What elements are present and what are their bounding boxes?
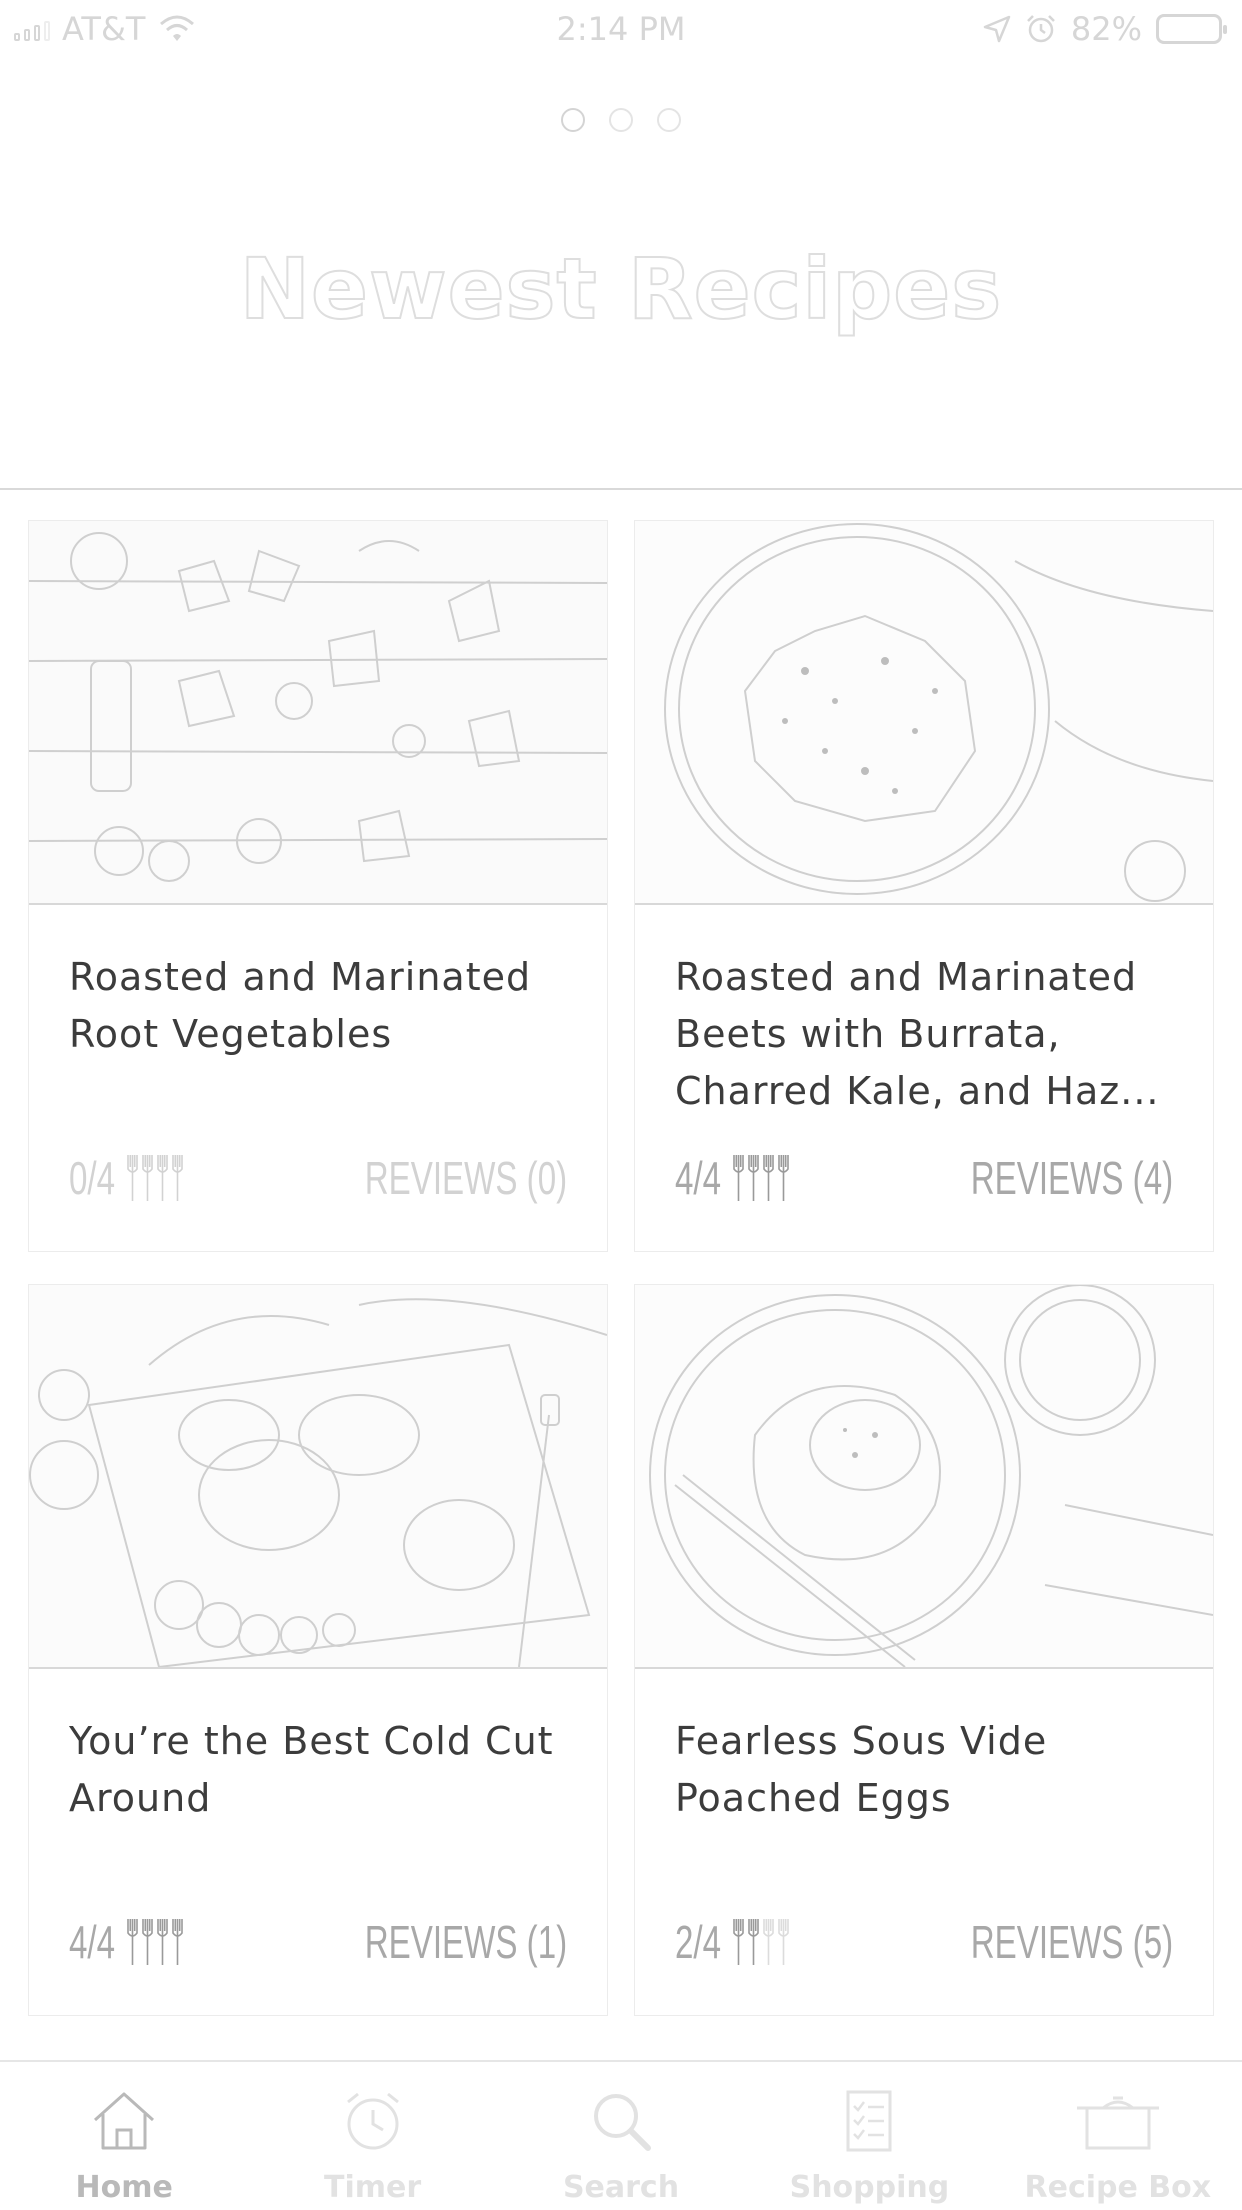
header-divider: [0, 488, 1242, 490]
timer-icon: [346, 2092, 399, 2150]
tab-label: Timer: [324, 2170, 422, 2205]
fork-icon: [778, 1155, 789, 1201]
tab-bar: Home Timer Search Shopping Recipe Box: [0, 2060, 1242, 2210]
fork-icon: [733, 1919, 744, 1965]
recipe-footer: 0/4 REVIEWS (0): [69, 1143, 567, 1213]
reviews-link[interactable]: REVIEWS (5): [971, 1915, 1173, 1969]
rating-text: 4/4: [675, 1152, 722, 1204]
battery-icon: [1156, 14, 1227, 44]
recipe-image[interactable]: [29, 1285, 607, 1669]
alarm-icon: [1026, 15, 1055, 43]
recipe-image[interactable]: [635, 1285, 1213, 1669]
root-vegetables-photo: [29, 521, 607, 903]
tab-label: Home: [75, 2170, 173, 2205]
fork-icon: [142, 1919, 153, 1965]
recipe-card[interactable]: Fearless Sous Vide Poached Eggs 2/4 REVI…: [634, 1284, 1214, 2016]
fork-icon: [127, 1919, 138, 1965]
fork-rating-icons: [127, 1155, 183, 1201]
fork-icon: [748, 1919, 759, 1965]
reviews-link[interactable]: REVIEWS (1): [365, 1915, 567, 1969]
tab-label: Recipe Box: [1024, 2170, 1212, 2205]
fork-icon: [172, 1919, 183, 1965]
page-dot[interactable]: [561, 108, 585, 132]
recipe-title[interactable]: Roasted and Marinated Root Vegetables: [69, 949, 579, 1063]
rating: 4/4: [675, 1151, 789, 1205]
fork-rating-icons: [127, 1919, 183, 1965]
status-right: 82%: [983, 10, 1227, 48]
tab-timer[interactable]: Timer: [248, 2062, 496, 2210]
fork-icon: [157, 1155, 168, 1201]
fork-rating-icons: [733, 1919, 789, 1965]
rating-text: 2/4: [675, 1916, 722, 1968]
fork-icon: [172, 1155, 183, 1201]
rating: 2/4: [675, 1915, 789, 1969]
search-icon: [594, 2094, 652, 2151]
tab-search[interactable]: Search: [497, 2062, 745, 2210]
page-dot[interactable]: [609, 108, 633, 132]
status-bar: AT&T 2:14 PM 82%: [0, 0, 1242, 60]
tab-label: Search: [562, 2170, 680, 2205]
home-icon: [94, 2092, 155, 2150]
fork-icon: [142, 1155, 153, 1201]
recipe-footer: 4/4 REVIEWS (4): [675, 1143, 1173, 1213]
recipe-footer: 2/4 REVIEWS (5): [675, 1907, 1173, 1977]
page-indicator[interactable]: [0, 108, 1242, 132]
page-title: Newest Recipes: [239, 239, 1003, 339]
page-dot[interactable]: [657, 108, 681, 132]
rating: 4/4: [69, 1915, 183, 1969]
beets-plate-photo: [635, 521, 1213, 903]
pot-icon: [1076, 2096, 1159, 2150]
fork-icon: [157, 1919, 168, 1965]
recipe-image[interactable]: [635, 521, 1213, 905]
fork-icon: [778, 1919, 789, 1965]
battery-percent: 82%: [1070, 10, 1142, 48]
rating: 0/4: [69, 1151, 183, 1205]
recipe-card[interactable]: You’re the Best Cold Cut Around 4/4 REVI…: [28, 1284, 608, 2016]
tab-label: Shopping: [789, 2170, 950, 2205]
poached-eggs-photo: [635, 1285, 1213, 1667]
fork-icon: [733, 1155, 744, 1201]
rating-text: 4/4: [69, 1916, 116, 1968]
reviews-link[interactable]: REVIEWS (4): [971, 1151, 1173, 1205]
recipe-title[interactable]: Roasted and Marinated Beets with Burrata…: [675, 949, 1185, 1120]
tab-shopping[interactable]: Shopping: [745, 2062, 993, 2210]
recipe-image[interactable]: [29, 521, 607, 905]
fork-icon: [763, 1919, 774, 1965]
tab-recipe-box[interactable]: Recipe Box: [994, 2062, 1242, 2210]
recipe-card[interactable]: Roasted and Marinated Root Vegetables 0/…: [28, 520, 608, 1252]
recipe-card[interactable]: Roasted and Marinated Beets with Burrata…: [634, 520, 1214, 1252]
rating-text: 0/4: [69, 1152, 116, 1204]
fork-icon: [763, 1155, 774, 1201]
fork-rating-icons: [733, 1155, 789, 1201]
tab-home[interactable]: Home: [0, 2062, 248, 2210]
fork-icon: [748, 1155, 759, 1201]
location-icon: [983, 15, 1011, 43]
cold-cut-board-photo: [29, 1285, 607, 1667]
reviews-link[interactable]: REVIEWS (0): [365, 1151, 567, 1205]
recipe-footer: 4/4 REVIEWS (1): [69, 1907, 567, 1977]
fork-icon: [127, 1155, 138, 1201]
shopping-list-icon: [846, 2090, 892, 2152]
recipe-title[interactable]: You’re the Best Cold Cut Around: [69, 1713, 579, 1827]
recipe-title[interactable]: Fearless Sous Vide Poached Eggs: [675, 1713, 1185, 1827]
